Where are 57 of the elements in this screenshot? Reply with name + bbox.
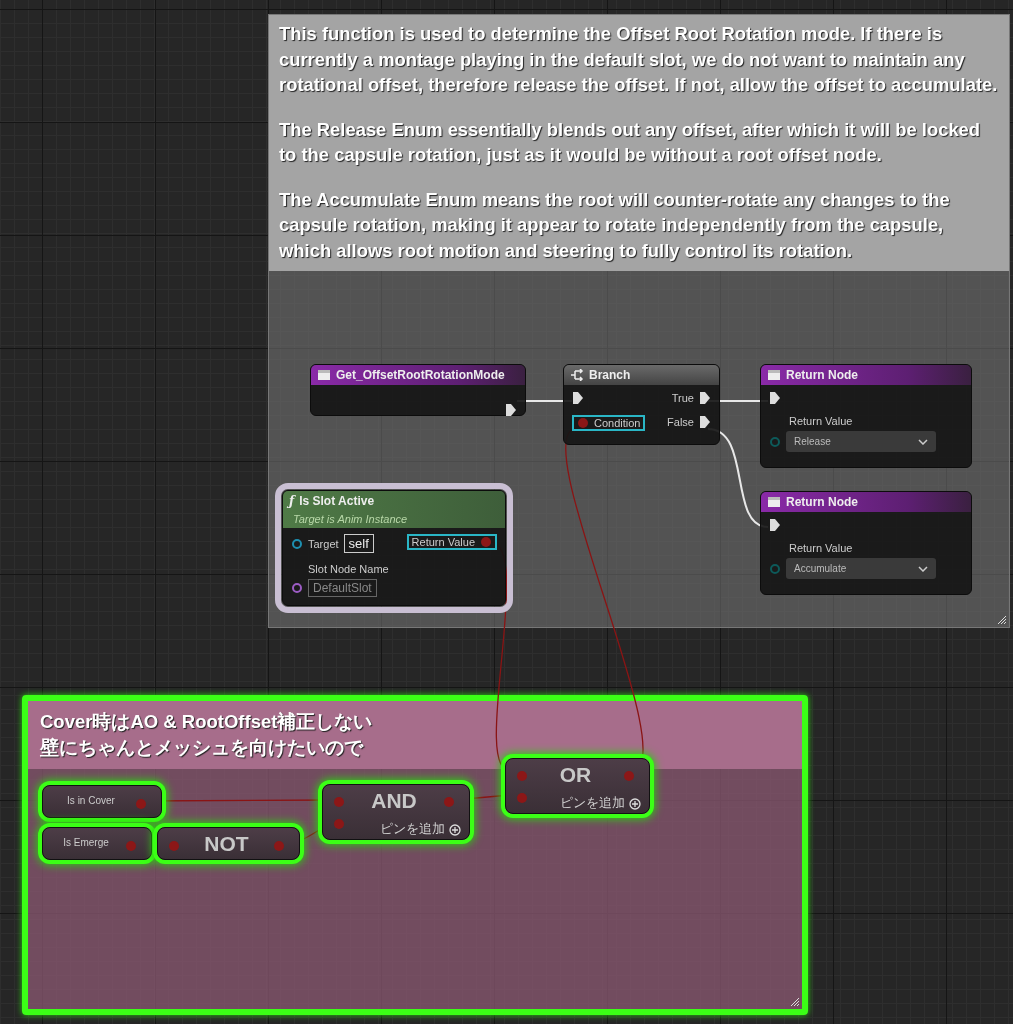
return-node[interactable]: Return Node Return Value Accumulate: [760, 491, 972, 595]
pin-label: Return Value: [788, 542, 854, 554]
node-title: Is in Cover: [66, 795, 116, 806]
node-title: Is Slot Active: [299, 494, 375, 508]
exec-pin-icon[interactable]: [769, 518, 781, 532]
highlighted-pin[interactable]: Return Value: [406, 534, 497, 550]
resize-handle-icon[interactable]: [790, 997, 800, 1007]
pin-icon[interactable]: [769, 435, 781, 448]
exec-pin-icon[interactable]: [699, 391, 711, 405]
chevron-icon: [918, 438, 928, 445]
comment-text: The Release Enum essentially blends out any offset, after which it will be locked to the capsule rotation, just as it would be without a root offset node.: [279, 117, 982, 167]
pin-label: False: [667, 416, 694, 428]
node-title: Is Emerge: [62, 837, 110, 848]
plus-icon: [449, 823, 461, 836]
chevron-icon: [918, 565, 928, 572]
pin-icon[interactable]: [291, 537, 303, 550]
comment-text: Cover時はAO & RootOffset補正しない: [40, 710, 374, 734]
return-node[interactable]: Return Node Return Value Release: [760, 364, 972, 468]
add-pin-button[interactable]: ピンを追加: [380, 821, 461, 838]
pin-label: Return Value: [411, 536, 475, 548]
node-subtitle: Target is Anim Instance: [292, 513, 409, 525]
node-title: AND: [370, 789, 418, 813]
exec-pin-icon[interactable]: [505, 403, 517, 417]
resize-handle-icon[interactable]: [997, 615, 1007, 625]
branch-node[interactable]: Branch Condition True False: [563, 364, 720, 445]
branch-icon: [570, 369, 584, 381]
node-title: NOT: [203, 832, 250, 856]
comment-text: The Accumulate Enum means the root will counter-rotate any changes to the capsule rotation, making it appear to rotate independently from the capsule, which allows root motion and steering to fully control its rotation.: [279, 187, 951, 263]
node-title: Return Node: [786, 368, 858, 382]
node-title: OR: [558, 763, 593, 787]
pin-label: Return Value: [788, 415, 854, 427]
plus-icon: [629, 797, 641, 810]
pin-label: Slot Node Name: [307, 563, 389, 575]
pin-label: Condition: [594, 417, 641, 429]
exec-pin-icon[interactable]: [572, 391, 584, 405]
pin-icon[interactable]: [769, 562, 781, 575]
highlighted-pin[interactable]: Condition: [572, 415, 646, 431]
enum-dropdown[interactable]: Accumulate: [786, 558, 936, 579]
enum-dropdown[interactable]: Release: [786, 431, 936, 452]
node-title: Return Node: [786, 495, 858, 509]
exec-pin-icon[interactable]: [699, 415, 711, 429]
function-icon: [317, 369, 331, 381]
comment-text: 壁にちゃんとメッシュを向けたいので: [40, 736, 365, 760]
exec-pin-icon[interactable]: [769, 391, 781, 405]
function-entry-node[interactable]: Get_OffsetRootRotationMode: [310, 364, 526, 416]
value-field[interactable]: DefaultSlot: [308, 579, 377, 597]
node-title: Branch: [589, 368, 631, 382]
function-icon: [767, 496, 781, 508]
add-pin-button[interactable]: ピンを追加: [560, 795, 641, 812]
pin-label: Target: [308, 537, 339, 550]
pin-icon[interactable]: [291, 582, 303, 594]
comment-text: This function is used to determine the Offset Root Rotation mode. If there is currently a montage playing in the default slot, we do not want to maintain any rotational offset, therefore release the offset. If not, allow the offset to accumulate.: [279, 22, 999, 97]
function-icon: [767, 369, 781, 381]
value-field[interactable]: self: [343, 534, 374, 553]
pin-label: True: [671, 392, 694, 404]
node-title: Get_OffsetRootRotationMode: [336, 368, 505, 382]
function-icon: ƒ: [289, 494, 295, 508]
